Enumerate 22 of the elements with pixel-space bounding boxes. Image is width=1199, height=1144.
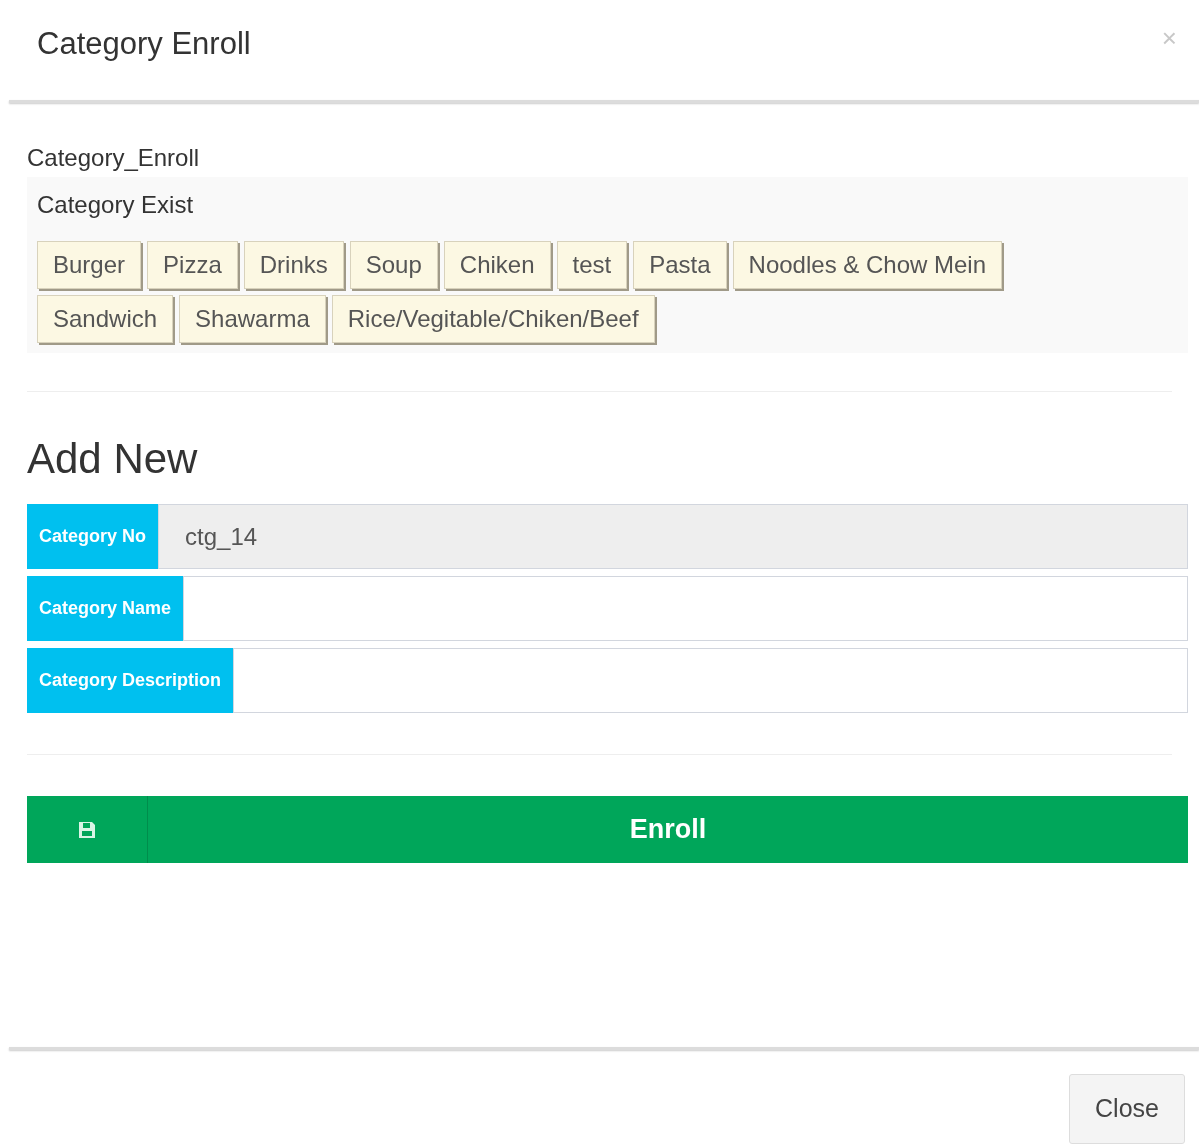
category-tag: Sandwich [37, 295, 174, 343]
section-label: Category_Enroll [27, 143, 201, 173]
category-tag: Burger [37, 241, 142, 289]
close-button[interactable]: Close [1069, 1074, 1185, 1144]
category-tag: Pizza [147, 241, 238, 289]
category-tag: Chiken [443, 241, 551, 289]
category-tag: Drinks [243, 241, 344, 289]
field-label: Category No [27, 504, 158, 569]
dialog-title: Category Enroll [37, 25, 251, 63]
category-tag: Soup [349, 241, 438, 289]
category-tag: Pasta [633, 241, 727, 289]
category-tag: Rice/Vegitable/Chiken/Beef [331, 295, 655, 343]
category-tag: Noodles & Chow Mein [732, 241, 1003, 289]
add-new-heading: Add New [27, 434, 199, 484]
field-label: Category Name [27, 576, 184, 641]
category-tag: test [556, 241, 628, 289]
input-field[interactable] [183, 576, 1188, 641]
category-tag: Shawarma [179, 295, 326, 343]
input-field[interactable] [233, 648, 1188, 713]
field-label: Category Description [27, 648, 234, 713]
panel-heading: Category Exist [37, 190, 195, 220]
save-icon [77, 819, 97, 840]
